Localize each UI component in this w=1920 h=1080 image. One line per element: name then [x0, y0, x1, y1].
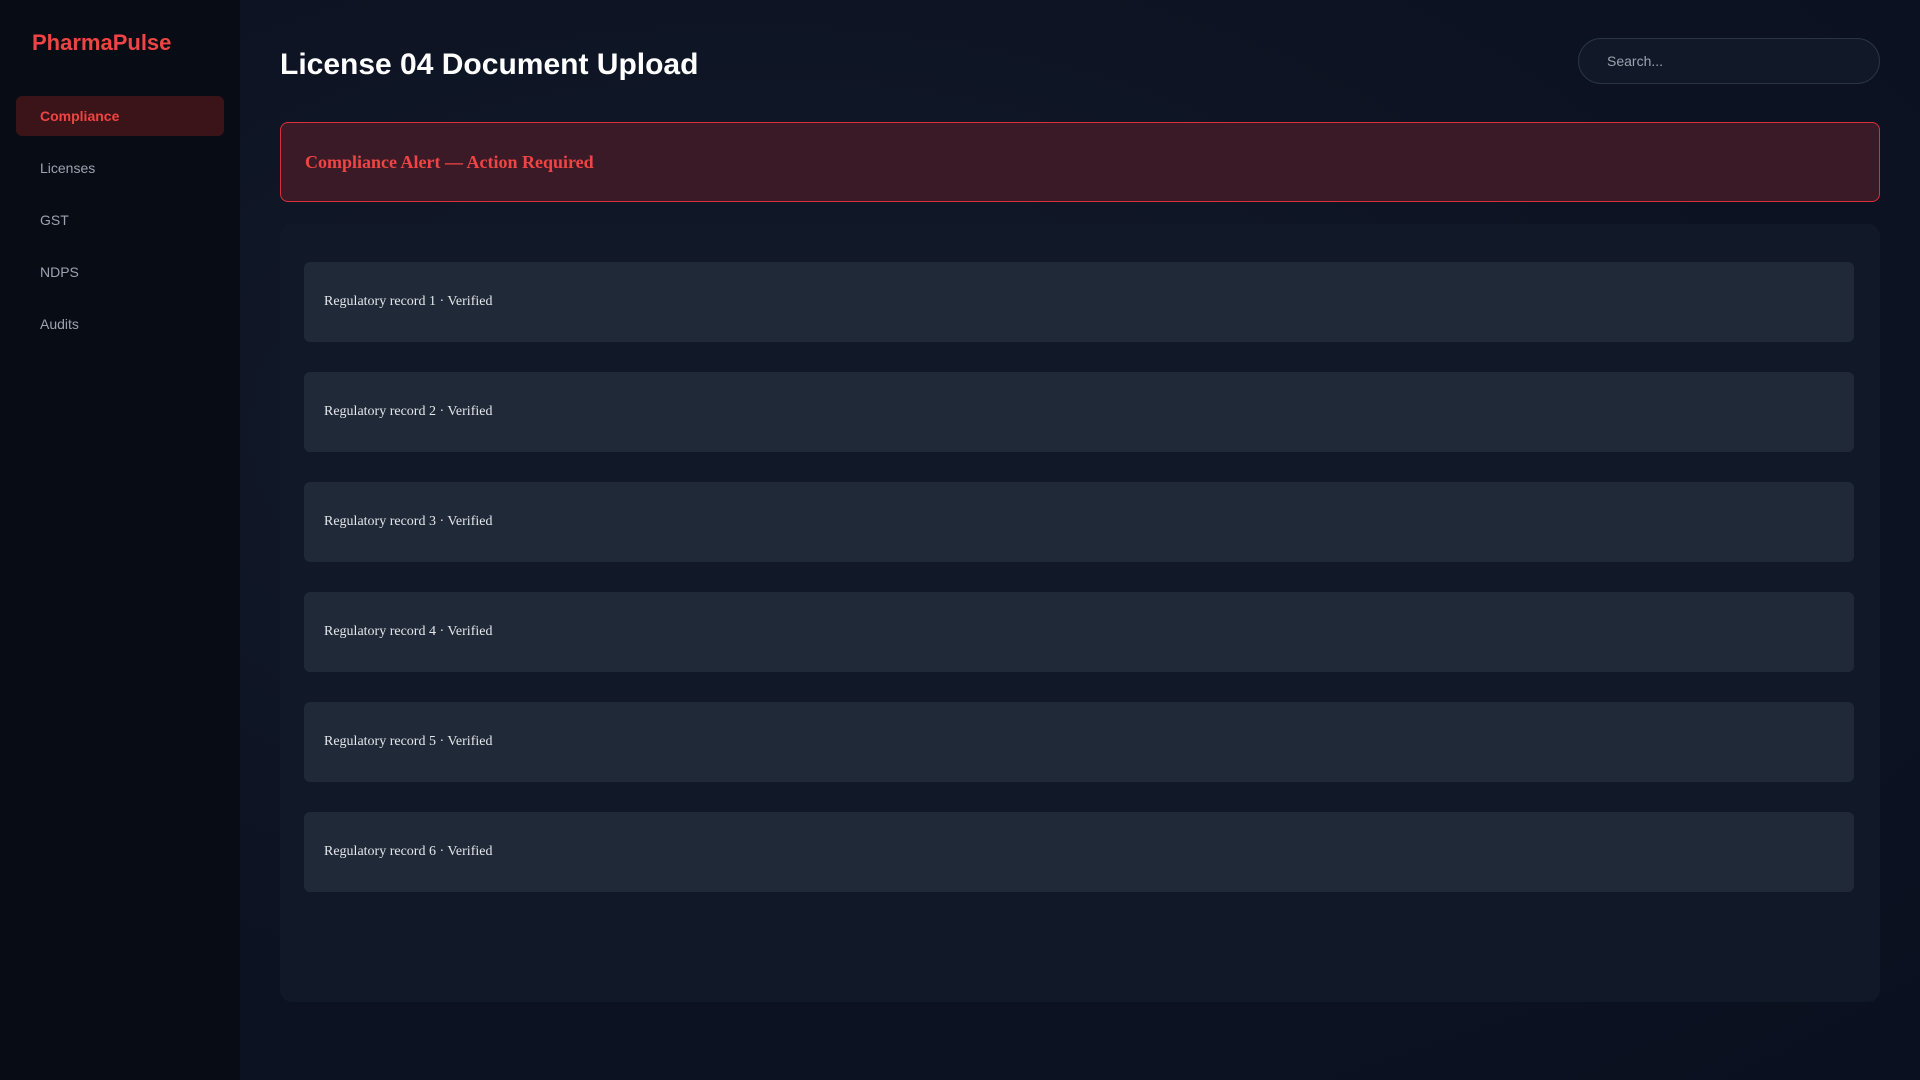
compliance-alert-banner: Compliance Alert — Action Required	[280, 122, 1880, 202]
search-input[interactable]	[1578, 38, 1880, 84]
list-item[interactable]: Regulatory record 2 · Verified	[304, 372, 1854, 452]
sidebar-item-licenses[interactable]: Licenses	[16, 148, 224, 188]
sidebar-item-compliance[interactable]: Compliance	[16, 96, 224, 136]
brand-logo[interactable]: PharmaPulse	[16, 30, 224, 56]
record-label: Regulatory record 4 · Verified	[324, 624, 493, 639]
record-label: Regulatory record 6 · Verified	[324, 844, 493, 859]
sidebar-item-audits[interactable]: Audits	[16, 304, 224, 344]
list-item[interactable]: Regulatory record 3 · Verified	[304, 482, 1854, 562]
record-label: Regulatory record 2 · Verified	[324, 404, 493, 419]
sidebar-item-gst[interactable]: GST	[16, 200, 224, 240]
page-title: License 04 Document Upload	[280, 48, 699, 81]
list-item[interactable]: Regulatory record 4 · Verified	[304, 592, 1854, 672]
sidebar-nav: Compliance Licenses GST NDPS Audits	[16, 96, 224, 344]
sidebar-item-ndps[interactable]: NDPS	[16, 252, 224, 292]
record-label: Regulatory record 1 · Verified	[324, 294, 493, 309]
record-label: Regulatory record 5 · Verified	[324, 734, 493, 749]
record-label: Regulatory record 3 · Verified	[324, 514, 493, 529]
list-item[interactable]: Regulatory record 5 · Verified	[304, 702, 1854, 782]
sidebar: PharmaPulse Compliance Licenses GST NDPS…	[0, 0, 240, 1080]
app-shell: PharmaPulse Compliance Licenses GST NDPS…	[0, 0, 1920, 1080]
top-bar: License 04 Document Upload	[280, 38, 1880, 84]
list-item[interactable]: Regulatory record 1 · Verified	[304, 262, 1854, 342]
list-item[interactable]: Regulatory record 6 · Verified	[304, 812, 1854, 892]
alert-title: Compliance Alert — Action Required	[305, 151, 594, 172]
main-content: License 04 Document Upload Compliance Al…	[240, 0, 1920, 1080]
records-panel: Regulatory record 1 · Verified Regulator…	[280, 224, 1880, 1002]
